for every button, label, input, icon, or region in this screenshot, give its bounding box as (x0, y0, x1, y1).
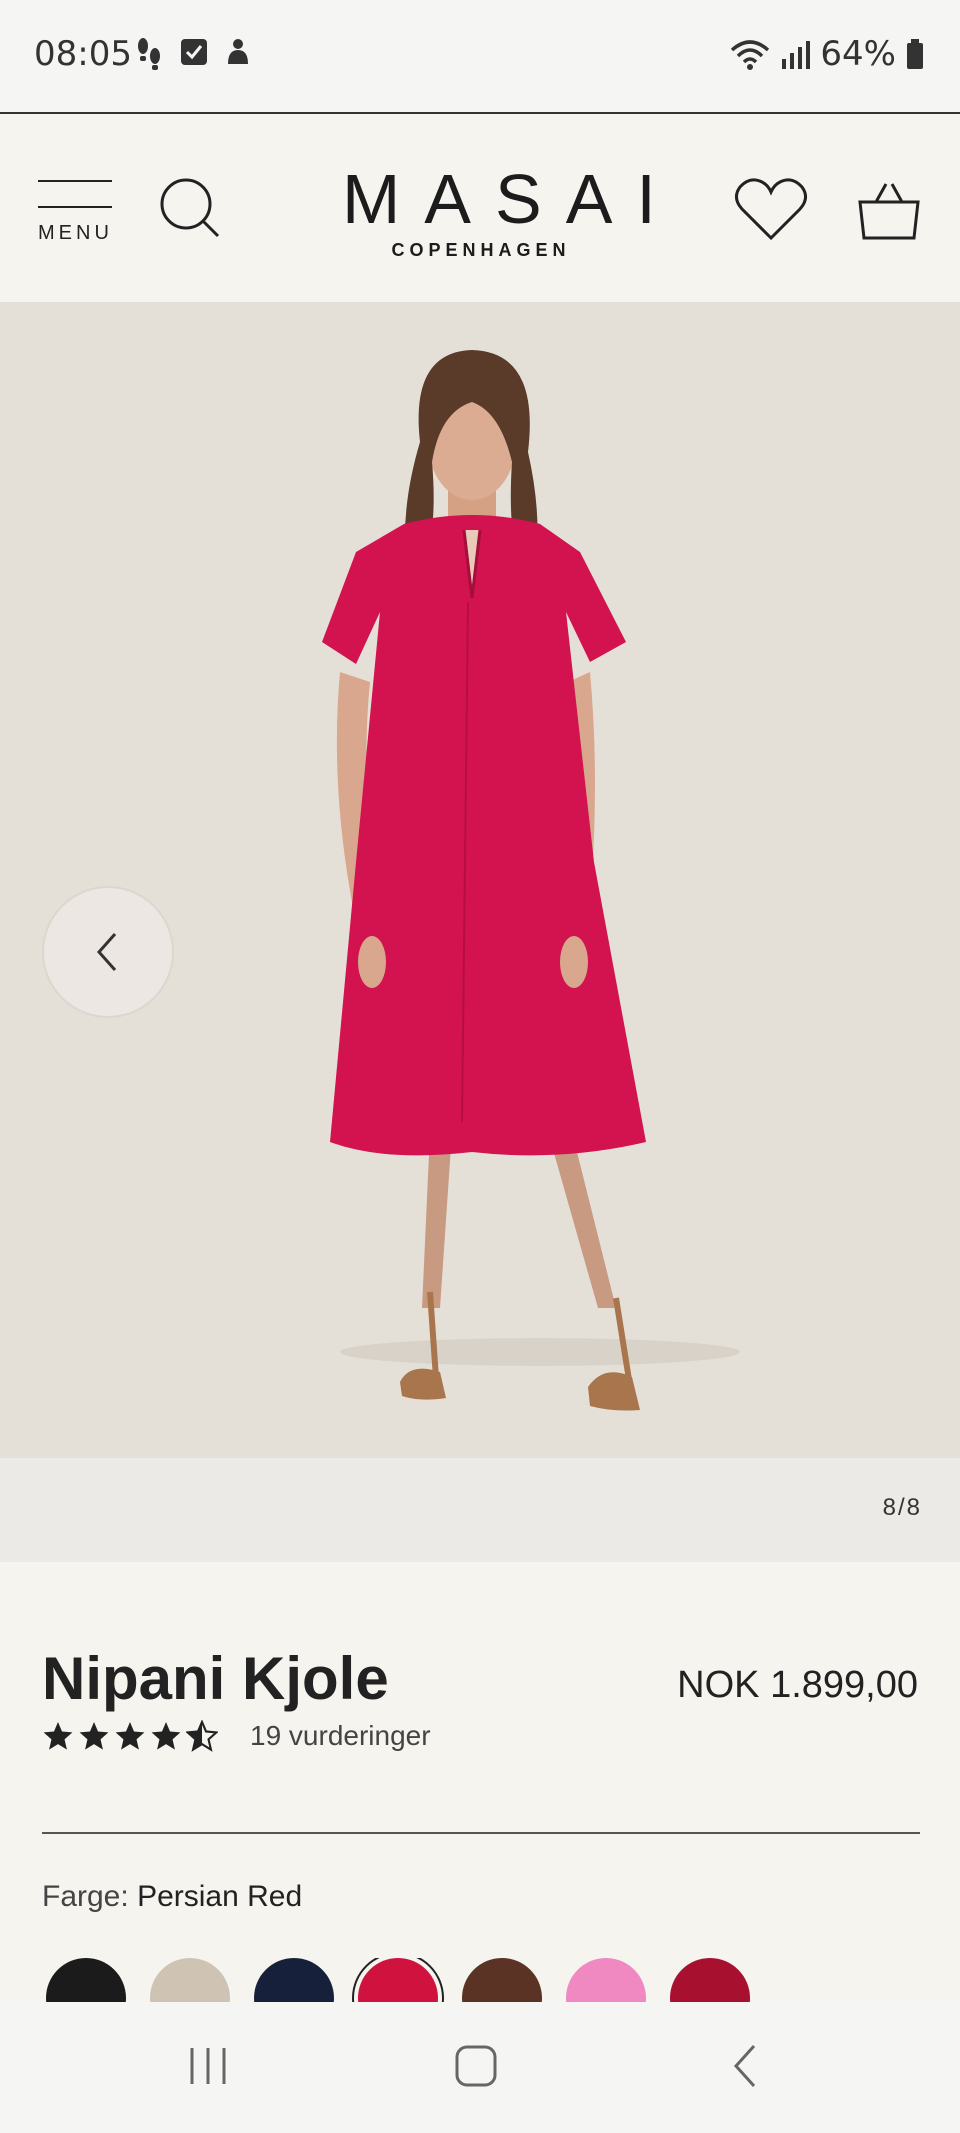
product-price: NOK 1.899,00 (677, 1664, 918, 1706)
color-swatch[interactable] (150, 1958, 230, 2002)
status-time: 08:05 (34, 34, 132, 74)
rating-count[interactable]: 19 vurderinger (250, 1720, 431, 1752)
product-title: Nipani Kjole (42, 1645, 389, 1712)
star-full-icon (151, 1722, 181, 1750)
back-icon (733, 2044, 756, 2088)
color-swatch[interactable] (358, 1958, 438, 2002)
color-swatch[interactable] (254, 1958, 334, 2002)
home-button[interactable] (454, 2044, 498, 2093)
color-label: Farge: (42, 1880, 129, 1913)
wifi-icon (731, 40, 770, 70)
notification-icon (228, 39, 248, 64)
rating-stars (42, 1720, 218, 1752)
color-swatch[interactable] (670, 1958, 750, 2002)
status-icons-left (134, 36, 252, 70)
brand-logo[interactable]: MASAI COPENHAGEN (318, 160, 680, 261)
star-full-icon (79, 1722, 109, 1750)
battery-percentage: 64% (820, 34, 896, 74)
color-selector-label: Farge: Persian Red (42, 1880, 302, 1914)
gallery-counter-bar: 8/8 (0, 1458, 960, 1562)
color-swatches (46, 1958, 926, 2002)
system-navigation-bar (0, 2002, 960, 2133)
site-header: MENU MASAI COPENHAGEN (0, 112, 960, 302)
previous-image-button[interactable] (42, 886, 174, 1018)
battery-icon (907, 39, 923, 69)
star-full-icon (115, 1722, 145, 1750)
back-button[interactable] (730, 2044, 760, 2093)
menu-button[interactable]: MENU (38, 174, 114, 254)
wishlist-button[interactable] (734, 176, 808, 247)
color-swatch[interactable] (46, 1958, 126, 2002)
product-photo (322, 350, 740, 1411)
chevron-left-icon (96, 933, 117, 971)
logo-sub-text: COPENHAGEN (391, 240, 571, 260)
product-rating[interactable]: 19 vurderinger (42, 1720, 431, 1752)
signal-icon (782, 41, 811, 69)
hamburger-line (38, 206, 112, 208)
color-value: Persian Red (137, 1880, 303, 1913)
search-icon (160, 178, 220, 238)
shopping-bag-icon (858, 183, 920, 240)
home-icon (455, 2045, 497, 2087)
status-icons-right: 64% (730, 34, 924, 74)
star-half-icon (186, 1720, 218, 1752)
footsteps-icon (138, 38, 160, 70)
product-gallery[interactable] (0, 302, 960, 1458)
heart-icon (735, 178, 807, 241)
logo-main-text: MASAI (342, 160, 680, 238)
recent-apps-icon (190, 2048, 226, 2084)
image-counter: 8/8 (882, 1494, 922, 1521)
color-swatch[interactable] (462, 1958, 542, 2002)
color-swatch[interactable] (566, 1958, 646, 2002)
recent-apps-button[interactable] (186, 2044, 230, 2093)
status-bar: 08:05 64% (0, 0, 960, 110)
divider (42, 1832, 920, 1834)
product-info: Nipani Kjole NOK 1.899,00 19 vurderinger… (0, 1562, 960, 2002)
menu-label: MENU (38, 222, 113, 244)
star-full-icon (43, 1722, 73, 1750)
hamburger-icon (38, 180, 112, 182)
cart-button[interactable] (858, 182, 920, 245)
search-button[interactable] (158, 176, 222, 245)
checkbox-icon (181, 39, 207, 65)
